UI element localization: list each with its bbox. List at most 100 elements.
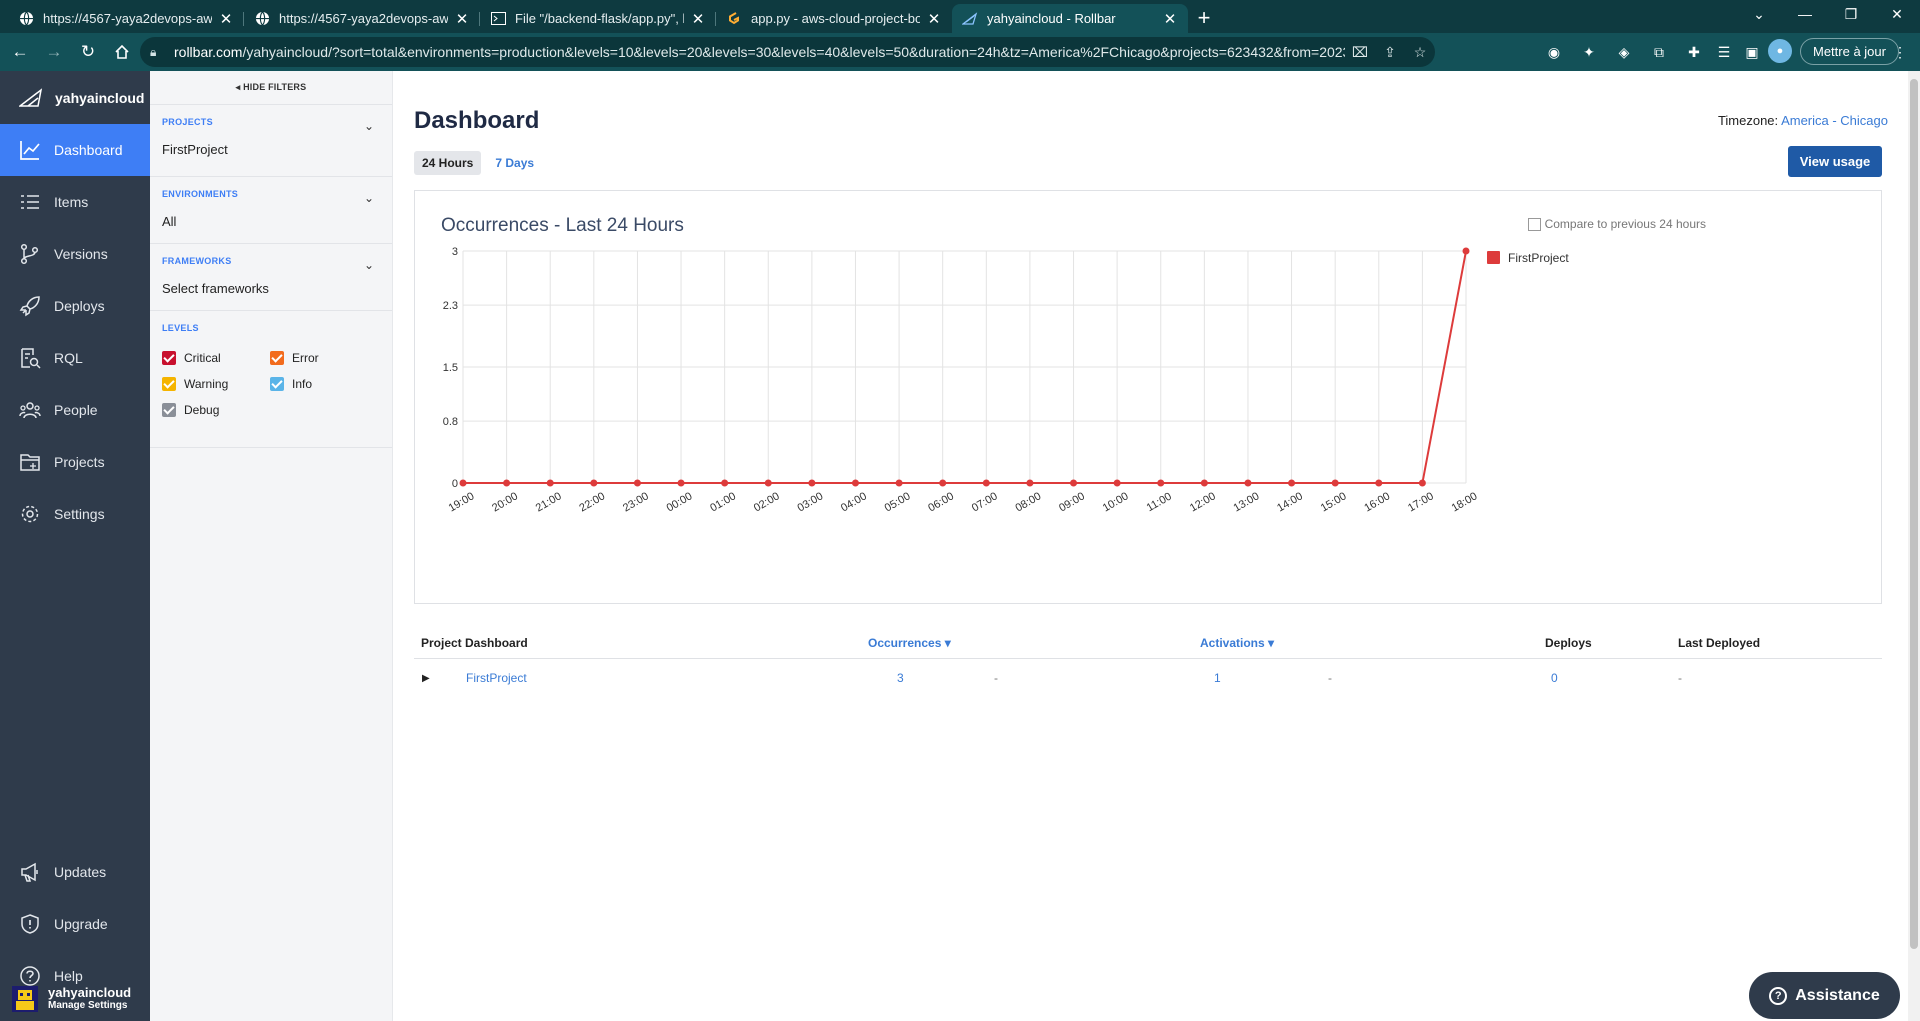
checkbox[interactable] [270, 377, 284, 391]
sidebar-item-settings[interactable]: Settings [0, 488, 150, 540]
x-tick-label: 22:00 [577, 490, 607, 514]
extension-icon[interactable]: ◉ [1540, 37, 1568, 67]
expand-row-icon[interactable]: ▶ [422, 673, 430, 684]
sidebar-item-rql[interactable]: RQL [0, 332, 150, 384]
puzzle-icon[interactable]: ✚ [1680, 37, 1708, 67]
extension-icon[interactable]: ⧉ [1645, 37, 1673, 67]
sidebar-item-versions[interactable]: Versions [0, 228, 150, 280]
profile-avatar[interactable]: ● [1768, 39, 1792, 63]
close-icon[interactable]: ✕ [926, 10, 942, 28]
level-warning-checkbox[interactable]: Warning [162, 377, 270, 391]
close-icon[interactable]: ✕ [454, 10, 470, 28]
globe-icon [18, 11, 34, 27]
rocket-icon [19, 296, 40, 317]
rollbar-icon [962, 11, 978, 27]
range-24h-button[interactable]: 24 Hours [414, 151, 482, 175]
update-button[interactable]: Mettre à jour [1800, 38, 1899, 65]
tab-search-icon[interactable]: ⌄ [1736, 0, 1782, 30]
reading-list-icon[interactable]: ☰ [1710, 37, 1738, 67]
sidebar-item-items[interactable]: Items [0, 176, 150, 228]
data-point [1462, 247, 1470, 255]
x-tick-label: 16:00 [1362, 490, 1392, 514]
filter-frameworks[interactable]: FRAMEWORKS ⌄ Select frameworks [150, 243, 392, 310]
last-deployed-value: - [1678, 671, 1682, 685]
extension-icon[interactable]: ◈ [1610, 37, 1638, 67]
manage-settings-link[interactable]: Manage Settings [48, 1000, 131, 1011]
extension-icon[interactable]: ✦ [1575, 37, 1603, 67]
level-critical-checkbox[interactable]: Critical [162, 351, 270, 365]
data-point [677, 479, 685, 487]
project-link[interactable]: FirstProject [466, 671, 527, 685]
checkbox[interactable] [270, 351, 284, 365]
address-bar[interactable]: 🔒︎ rollbar.com/yahyaincloud/?sort=total&… [140, 37, 1435, 67]
translate-icon[interactable]: ⌧ [1345, 44, 1375, 61]
range-7d-button[interactable]: 7 Days [487, 151, 542, 175]
bookmark-star-icon[interactable]: ☆ [1405, 44, 1435, 61]
col-project: Project Dashboard [421, 636, 528, 650]
chevron-down-icon[interactable]: ⌄ [364, 191, 374, 205]
side-panel-icon[interactable]: ▣ [1738, 37, 1766, 67]
close-icon[interactable]: ✕ [218, 10, 234, 28]
col-occurrences[interactable]: Occurrences ▾ [868, 636, 951, 650]
scrollbar-thumb[interactable] [1910, 79, 1918, 949]
assistance-button[interactable]: ? Assistance [1749, 972, 1900, 1019]
forward-button[interactable]: → [40, 38, 68, 66]
filter-projects[interactable]: PROJECTS ⌄ FirstProject [150, 104, 392, 176]
close-window-button[interactable]: ✕ [1874, 0, 1920, 30]
col-activations[interactable]: Activations ▾ [1200, 636, 1274, 650]
browser-tab-5[interactable]: yahyaincloud - Rollbar ✕ [952, 4, 1188, 33]
sidebar-item-deploys[interactable]: Deploys [0, 280, 150, 332]
level-info-checkbox[interactable]: Info [270, 377, 370, 391]
page-scrollbar[interactable] [1908, 71, 1920, 1021]
browser-tab-4[interactable]: app.py - aws-cloud-project-boot ✕ [716, 4, 952, 33]
sidebar-item-label: Upgrade [54, 916, 108, 932]
occurrences-value[interactable]: 3 [897, 671, 904, 685]
browser-tab-strip: https://4567-yaya2devops-awscl ✕ https:/… [0, 0, 1920, 33]
sidebar-item-upgrade[interactable]: Upgrade [0, 898, 150, 950]
reload-button[interactable]: ↻ [74, 38, 102, 66]
close-icon[interactable]: ✕ [690, 10, 706, 28]
data-point [1157, 479, 1165, 487]
data-point [1331, 479, 1339, 487]
x-tick-label: 04:00 [839, 490, 869, 514]
user-name: yahyaincloud [48, 985, 132, 1000]
menu-kebab-icon[interactable]: ⋮ [1886, 37, 1914, 67]
page-title: Dashboard [414, 107, 540, 134]
home-button[interactable] [108, 38, 136, 66]
checkbox[interactable] [162, 351, 176, 365]
back-button[interactable]: ← [6, 38, 34, 66]
lock-icon: 🔒︎ [150, 44, 157, 59]
view-usage-button[interactable]: View usage [1788, 146, 1882, 177]
activations-value[interactable]: 1 [1214, 671, 1221, 685]
checkbox[interactable] [162, 403, 176, 417]
restore-button[interactable]: ❐ [1828, 0, 1874, 30]
close-icon[interactable]: ✕ [1162, 10, 1178, 28]
browser-tab-3[interactable]: File "/backend-flask/app.py", line ✕ [480, 4, 716, 33]
sidebar-item-dashboard[interactable]: Dashboard [0, 124, 150, 176]
browser-tab-2[interactable]: https://4567-yaya2devops-awscl ✕ [244, 4, 480, 33]
chevron-down-icon[interactable]: ⌄ [364, 258, 374, 272]
sidebar-item-updates[interactable]: Updates [0, 846, 150, 898]
sidebar-item-label: RQL [54, 350, 83, 366]
level-error-checkbox[interactable]: Error [270, 351, 370, 365]
filter-label: ENVIRONMENTS [162, 189, 239, 199]
filter-environments[interactable]: ENVIRONMENTS ⌄ All [150, 176, 392, 243]
browser-tab-1[interactable]: https://4567-yaya2devops-awscl ✕ [8, 4, 244, 33]
new-tab-button[interactable]: + [1188, 4, 1220, 33]
sidebar-item-projects[interactable]: Projects [0, 436, 150, 488]
filter-label: LEVELS [162, 323, 199, 333]
deploys-value[interactable]: 0 [1551, 671, 1558, 685]
timezone-link[interactable]: America - Chicago [1781, 113, 1888, 128]
main-content: Dashboard Timezone: America - Chicago 24… [394, 71, 1908, 1021]
hide-filters-button[interactable]: ◂ HIDE FILTERS [150, 71, 392, 104]
url-text[interactable]: rollbar.com/yahyaincloud/?sort=total&env… [174, 44, 1345, 60]
sidebar-item-label: Items [54, 194, 89, 210]
level-debug-checkbox[interactable]: Debug [162, 403, 270, 417]
user-card[interactable]: yahyaincloud Manage Settings [0, 976, 150, 1021]
minimize-button[interactable]: — [1782, 0, 1828, 30]
share-icon[interactable]: ⇪ [1375, 44, 1405, 61]
sidebar-item-people[interactable]: People [0, 384, 150, 436]
brand[interactable]: yahyaincloud [0, 71, 150, 124]
chevron-down-icon[interactable]: ⌄ [364, 119, 374, 133]
checkbox[interactable] [162, 377, 176, 391]
